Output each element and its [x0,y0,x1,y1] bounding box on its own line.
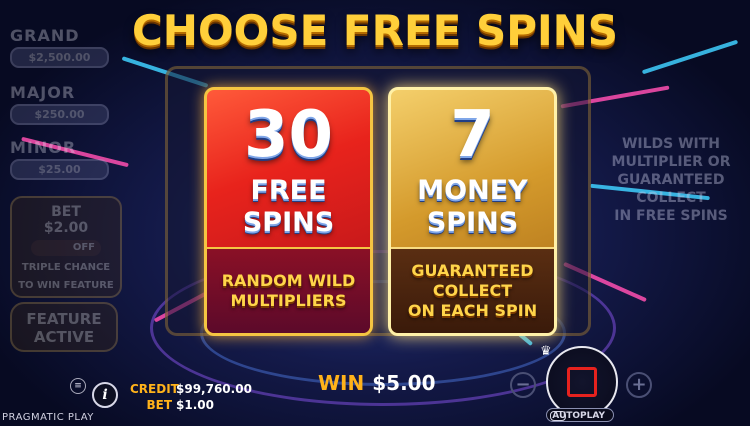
info-line: WILDS WITH [621,136,721,152]
autoplay-toggle-icon [550,411,566,421]
jackpot-value: $2,500.00 [10,47,109,68]
triple-chance-toggle[interactable]: OFF [31,240,101,256]
option-description-line: RANDOM WILD [221,271,356,290]
feature-label: FEATURE [26,310,102,328]
bet-label: BET [51,204,81,220]
info-icon[interactable]: i [92,382,118,408]
stop-icon [567,367,597,397]
spins-count: 30 [243,98,334,172]
spins-count: 7 [450,98,495,172]
money-spins-option-card[interactable]: 7 MONEY SPINS GUARANTEED COLLECT ON EACH… [388,87,557,336]
info-line: COLLECT [636,190,706,206]
autoplay-button[interactable]: AUTOPLAY [546,408,614,422]
triple-chance-caption: TO WIN FEATURE [18,280,114,291]
info-line: GUARANTEED [617,172,725,188]
bet-value: $2.00 [43,220,89,236]
free-spins-option-card[interactable]: 30 FREE SPINS RANDOM WILD MULTIPLIERS [204,87,373,336]
credit-value: $99,760.00 [176,382,252,396]
info-line: MULTIPLIER OR [611,154,731,170]
jackpot-label: GRAND [10,26,80,45]
option-description: RANDOM WILD MULTIPLIERS [207,247,370,333]
bet-value: $1.00 [176,398,214,412]
option-title-line: MONEY [417,175,528,206]
crown-icon: ♛ [540,344,552,359]
win-readout: WIN $5.00 [318,371,436,395]
jackpot-value: $25.00 [10,159,109,180]
win-label: WIN [318,371,365,395]
win-value: $5.00 [372,371,436,395]
menu-icon[interactable]: ≡ [70,378,86,394]
minus-icon[interactable]: − [510,372,536,398]
jackpot-value: $250.00 [10,104,109,125]
triple-chance-caption: TRIPLE CHANCE [21,262,111,273]
option-description-line: GUARANTEED [411,261,534,280]
jackpot-label: MAJOR [10,83,76,102]
jackpot-label: MINOR [10,138,77,157]
triple-chance-panel: BET $2.00 OFF TRIPLE CHANCE TO WIN FEATU… [10,196,122,298]
feature-info-text: WILDS WITH MULTIPLIER OR GUARANTEED COLL… [606,135,736,225]
option-description-line: ON EACH SPIN [407,301,538,320]
option-description: GUARANTEED COLLECT ON EACH SPIN [391,247,554,333]
page-title: CHOOSE FREE SPINS [131,6,619,55]
brand-label: PRAGMATIC PLAY [2,412,94,423]
plus-icon[interactable]: + [626,372,652,398]
bet-label: BET [146,398,172,412]
option-description-line: MULTIPLIERS [230,291,347,310]
option-title-line: SPINS [242,207,335,238]
feature-active-panel: FEATURE ACTIVE [10,302,118,352]
jackpot-minor: MINOR $25.00 [10,138,109,180]
jackpot-major: MAJOR $250.00 [10,83,109,125]
option-description-line: COLLECT [432,281,513,300]
option-title-line: SPINS [426,207,519,238]
credit-label: CREDIT [130,382,179,396]
credit-bet-readout: CREDIT$99,760.00 BET $1.00 [130,381,252,413]
info-line: IN FREE SPINS [614,208,728,224]
option-title-line: FREE [250,175,327,206]
feature-label: ACTIVE [33,328,95,346]
jackpot-grand: GRAND $2,500.00 [10,26,109,68]
